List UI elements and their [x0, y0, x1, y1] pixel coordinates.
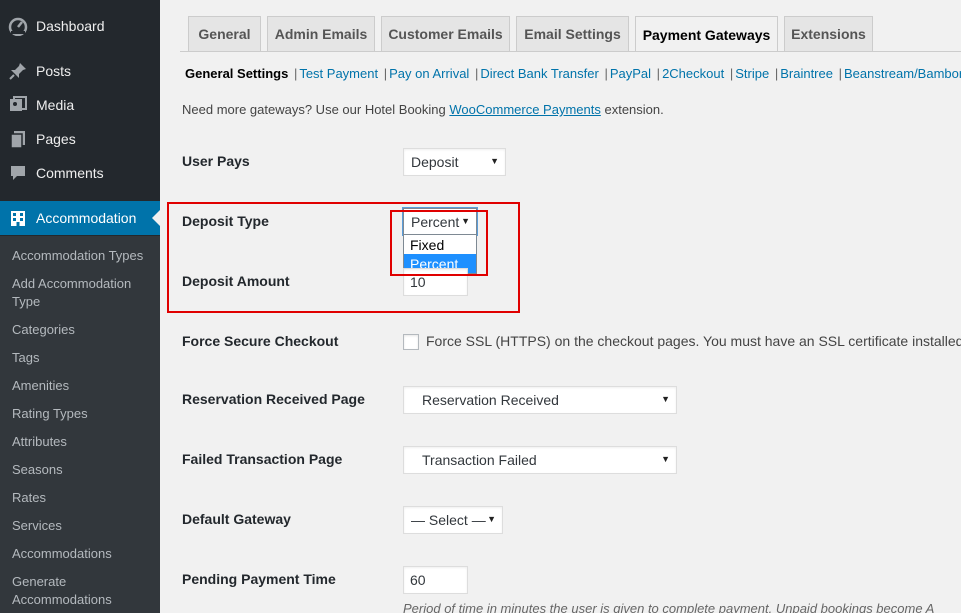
submenu-seasons[interactable]: Seasons: [12, 461, 152, 479]
force-secure-label: Force Secure Checkout: [182, 333, 339, 349]
menu-accommodation-label: Accommodation: [36, 210, 137, 226]
chevron-down-icon: ▼: [661, 454, 670, 464]
menu-dashboard-label: Dashboard: [36, 18, 105, 34]
force-ssl-checkbox[interactable]: [403, 334, 419, 350]
tab-general[interactable]: General: [188, 16, 261, 51]
submenu-categories[interactable]: Categories: [12, 321, 152, 339]
menu-accommodation[interactable]: Accommodation: [0, 201, 160, 235]
gateway-subnav: General Settings | Test Payment | Pay on A…: [185, 66, 961, 81]
building-icon: [0, 208, 36, 228]
subnav-2checkout[interactable]: 2Checkout: [662, 66, 724, 81]
subnav-separator: |: [838, 66, 842, 81]
menu-pages-label: Pages: [36, 131, 76, 147]
subnav-general-settings[interactable]: General Settings: [185, 66, 288, 81]
user-pays-select[interactable]: Deposit ▼: [403, 148, 506, 176]
menu-posts[interactable]: Posts: [0, 54, 160, 88]
pending-time-label: Pending Payment Time: [182, 571, 336, 587]
submenu-add-accommodation-type[interactable]: Add Accommodation Type: [12, 275, 152, 311]
highlight-box-dropdown: [390, 210, 488, 276]
subnav-braintree[interactable]: Braintree: [780, 66, 833, 81]
menu-posts-label: Posts: [36, 63, 72, 79]
user-pays-value: Deposit: [411, 154, 459, 170]
failed-page-select[interactable]: Transaction Failed ▼: [403, 446, 677, 474]
default-gateway-select[interactable]: — Select — ▼: [403, 506, 503, 534]
force-ssl-description: Force SSL (HTTPS) on the checkout pages.…: [426, 333, 961, 349]
intro-after: extension.: [600, 102, 664, 117]
menu-pages[interactable]: Pages: [0, 122, 160, 156]
subnav-direct-bank-transfer[interactable]: Direct Bank Transfer: [480, 66, 599, 81]
submenu-attributes[interactable]: Attributes: [12, 433, 152, 451]
subnav-separator: |: [383, 66, 388, 81]
subnav-separator: |: [604, 66, 608, 81]
submenu-accommodation-types[interactable]: Accommodation Types: [12, 247, 152, 265]
reservation-page-value: Reservation Received: [422, 392, 559, 408]
menu-comments-label: Comments: [36, 165, 104, 181]
reservation-page-select[interactable]: Reservation Received ▼: [403, 386, 677, 414]
chevron-down-icon: ▼: [661, 394, 670, 404]
submenu-generate-accommodations[interactable]: Generate Accommodations: [12, 573, 152, 609]
comments-icon: [0, 163, 36, 183]
pending-time-description: Period of time in minutes the user is gi…: [403, 601, 935, 613]
intro-before: Need more gateways? Use our Hotel Bookin…: [182, 102, 450, 117]
menu-comments[interactable]: Comments: [0, 156, 160, 190]
failed-page-label: Failed Transaction Page: [182, 451, 343, 467]
pending-time-input[interactable]: 60: [403, 566, 468, 594]
subnav-beanstream-bambora[interactable]: Beanstream/Bambora: [844, 66, 961, 81]
reservation-page-label: Reservation Received Page: [182, 391, 365, 407]
pin-icon: [0, 61, 36, 81]
submenu-tags[interactable]: Tags: [12, 349, 152, 367]
subnav-paypal[interactable]: PayPal: [610, 66, 651, 81]
woocommerce-payments-link[interactable]: WooCommerce Payments: [449, 102, 600, 117]
intro-text: Need more gateways? Use our Hotel Bookin…: [182, 102, 664, 117]
default-gateway-value: — Select —: [411, 512, 486, 528]
subnav-pay-on-arrival[interactable]: Pay on Arrival: [389, 66, 469, 81]
admin-sidebar: Dashboard Posts Media Pages Comments Acc…: [0, 0, 160, 613]
submenu-rates[interactable]: Rates: [12, 489, 152, 507]
submenu-services[interactable]: Services: [12, 517, 152, 535]
submenu-accommodations[interactable]: Accommodations: [12, 545, 152, 563]
settings-main: General Admin Emails Customer Emails Ema…: [160, 0, 961, 613]
user-pays-label: User Pays: [182, 153, 250, 169]
menu-media-label: Media: [36, 97, 75, 113]
pages-icon: [0, 129, 36, 149]
chevron-down-icon: ▼: [487, 514, 496, 524]
submenu-amenities[interactable]: Amenities: [12, 377, 152, 395]
subnav-stripe[interactable]: Stripe: [735, 66, 769, 81]
submenu-rating-types[interactable]: Rating Types: [12, 405, 152, 423]
media-icon: [0, 95, 36, 115]
tab-admin-emails[interactable]: Admin Emails: [267, 16, 375, 51]
tab-email-settings[interactable]: Email Settings: [516, 16, 629, 51]
default-gateway-label: Default Gateway: [182, 511, 291, 527]
menu-media[interactable]: Media: [0, 88, 160, 122]
dashboard-icon: [0, 16, 36, 36]
chevron-down-icon: ▼: [490, 156, 499, 166]
tab-customer-emails[interactable]: Customer Emails: [381, 16, 510, 51]
pending-time-value: 60: [410, 572, 426, 588]
tab-divider: [180, 51, 961, 52]
subnav-test-payment[interactable]: Test Payment: [299, 66, 378, 81]
tab-extensions[interactable]: Extensions: [784, 16, 873, 51]
accommodation-submenu: Accommodation Types Add Accommodation Ty…: [0, 236, 160, 613]
failed-page-value: Transaction Failed: [422, 452, 537, 468]
subnav-separator: |: [656, 66, 661, 81]
menu-dashboard[interactable]: Dashboard: [0, 9, 160, 43]
tab-payment-gateways[interactable]: Payment Gateways: [635, 16, 778, 52]
